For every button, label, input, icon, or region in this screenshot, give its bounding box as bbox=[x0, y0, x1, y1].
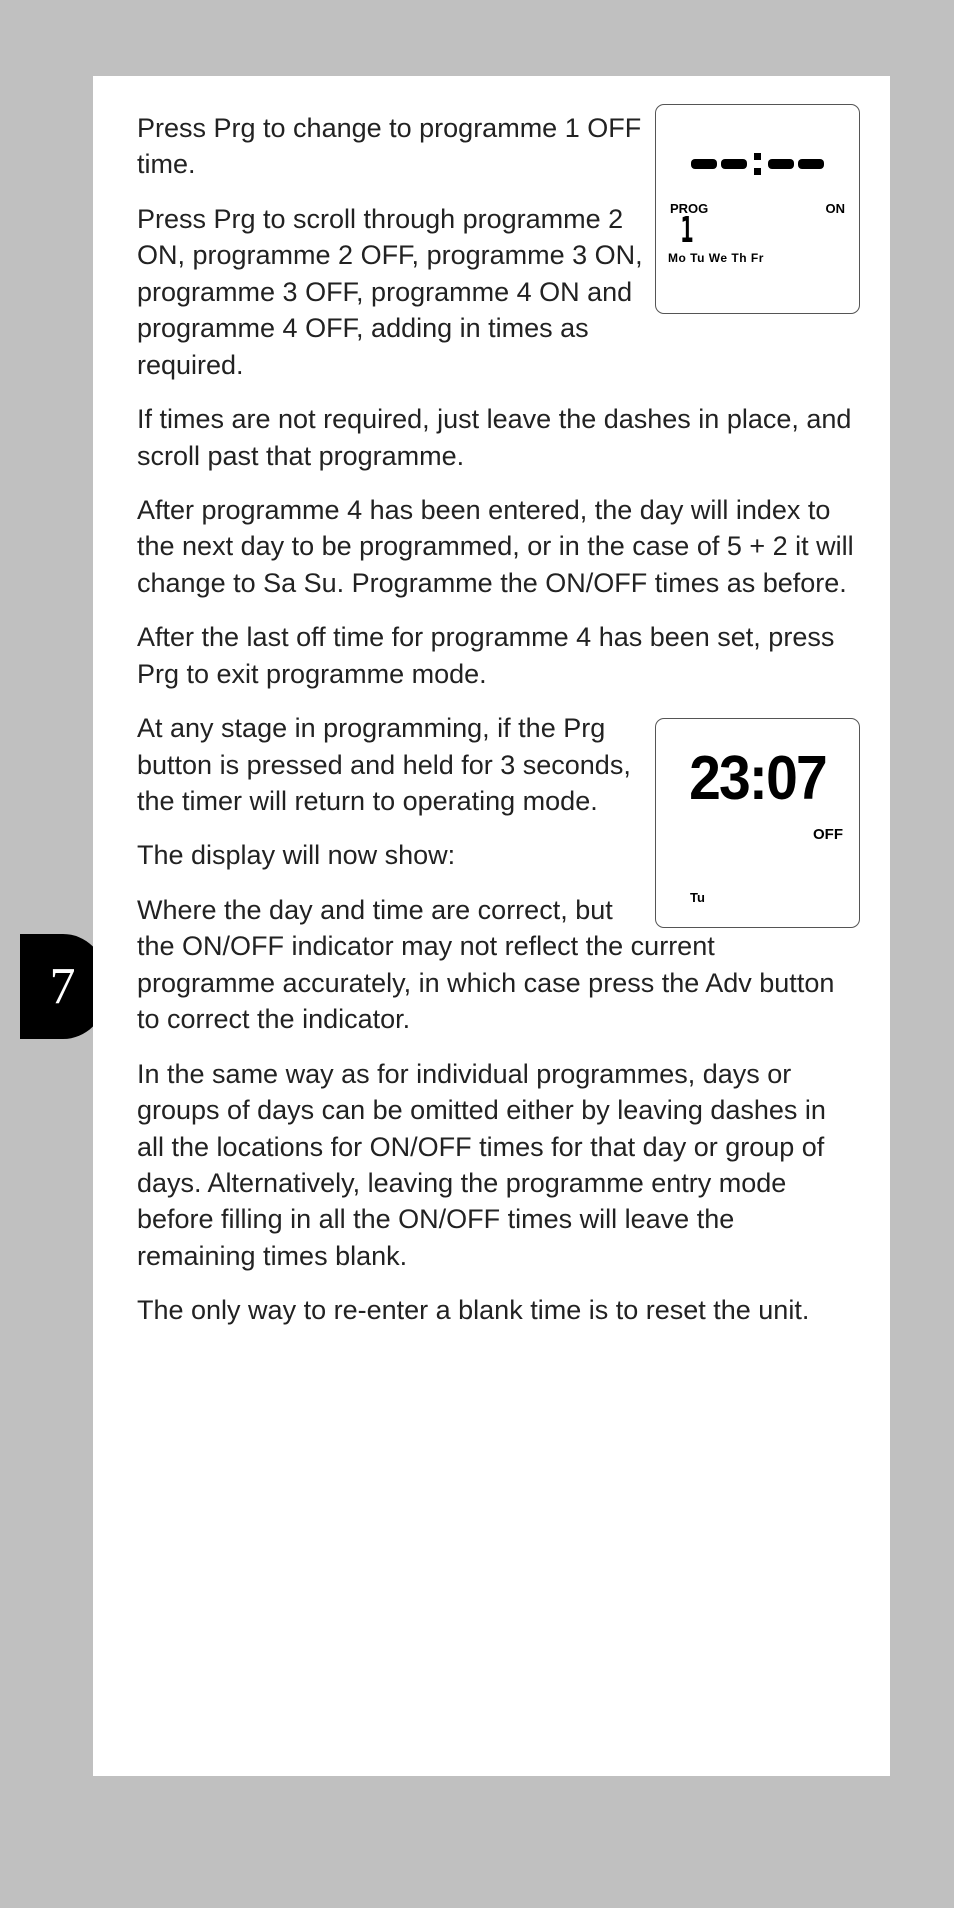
lcd-display-operating: 23:07 OFF Tu bbox=[655, 718, 860, 928]
lcd-time: 23:07 bbox=[673, 737, 841, 821]
lcd-days-row: Mo Tu We Th Fr bbox=[656, 251, 859, 265]
lcd-display-programming: PROG ON 1 Mo Tu We Th Fr bbox=[655, 104, 860, 314]
document-page: PROG ON 1 Mo Tu We Th Fr Press Prg to ch… bbox=[93, 76, 890, 1776]
page-number: 7 bbox=[50, 957, 76, 1016]
lcd-day: Tu bbox=[666, 889, 849, 907]
paragraph: In the same way as for individual progra… bbox=[137, 1056, 860, 1275]
paragraph: The only way to re-enter a blank time is… bbox=[137, 1292, 860, 1328]
prog-number: 1 bbox=[680, 218, 693, 243]
paragraph: If times are not required, just leave th… bbox=[137, 401, 860, 474]
off-label: OFF bbox=[666, 825, 849, 845]
on-label: ON bbox=[826, 201, 846, 216]
paragraph: After programme 4 has been entered, the … bbox=[137, 492, 860, 601]
lcd-time-dashes bbox=[656, 153, 859, 175]
paragraph: After the last off time for programme 4 … bbox=[137, 619, 860, 692]
